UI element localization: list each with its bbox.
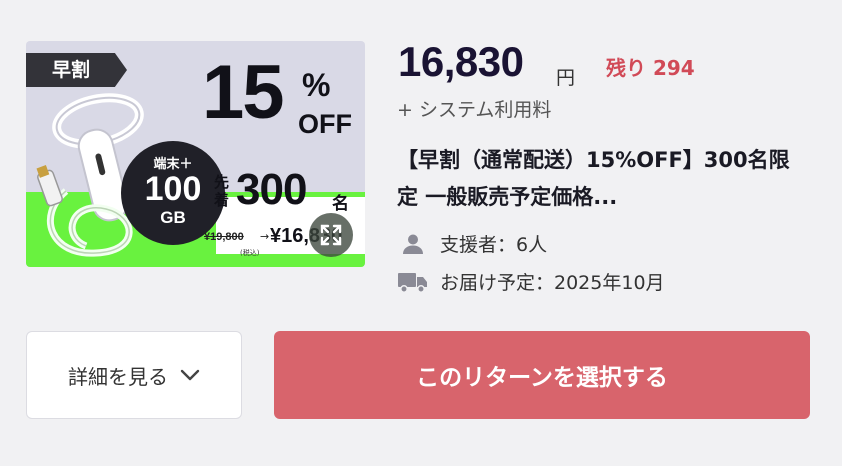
price-currency: 円: [556, 67, 576, 89]
reward-title: 【早割（通常配送）15%OFF】300名限定 一般販売予定価格...: [397, 148, 790, 209]
early-bird-ribbon: 早割: [26, 53, 127, 87]
details-button-label: 詳細を見る: [68, 364, 168, 389]
price-amount: 16,830: [398, 38, 524, 85]
badge-unit: GB: [160, 208, 186, 227]
select-reward-label: このリターンを選択する: [416, 365, 668, 391]
limit-unit: 名: [332, 194, 349, 214]
first-come-label: 先着: [214, 173, 230, 209]
chevron-down-icon: [180, 369, 200, 381]
data-badge: 端末＋ 100 GB: [121, 141, 225, 245]
tax-note: (税込): [240, 249, 260, 257]
person-icon: [398, 232, 428, 256]
discount-off: OFF: [298, 109, 352, 139]
discount-number: 15: [202, 50, 285, 135]
old-price: ¥19,800: [204, 231, 244, 243]
price-arrow-icon: →: [260, 230, 270, 243]
delivery-date: お届け予定：2025年10月: [440, 272, 665, 294]
truck-icon: [398, 270, 428, 294]
remaining-stock: 残り 294: [606, 56, 695, 80]
supporters-count: 支援者：6人: [440, 234, 548, 256]
badge-number: 100: [144, 170, 202, 208]
expand-icon: [320, 224, 342, 246]
system-fee-note: + システム利用料: [397, 99, 552, 121]
limit-count: 300: [236, 165, 307, 214]
product-image[interactable]: 早割 15 % OFF 端末＋ 100 GB 先着 300 名 ¥19,800 …: [26, 41, 365, 267]
discount-percent: %: [302, 67, 331, 103]
expand-image-button[interactable]: [309, 213, 353, 257]
select-reward-button[interactable]: このリターンを選択する: [274, 331, 810, 419]
delivery-row: お届け予定：2025年10月: [398, 268, 665, 295]
reward-card: 早割 15 % OFF 端末＋ 100 GB 先着 300 名 ¥19,800 …: [0, 0, 842, 466]
details-button[interactable]: 詳細を見る: [26, 331, 242, 419]
supporters-row: 支援者：6人: [398, 230, 547, 257]
